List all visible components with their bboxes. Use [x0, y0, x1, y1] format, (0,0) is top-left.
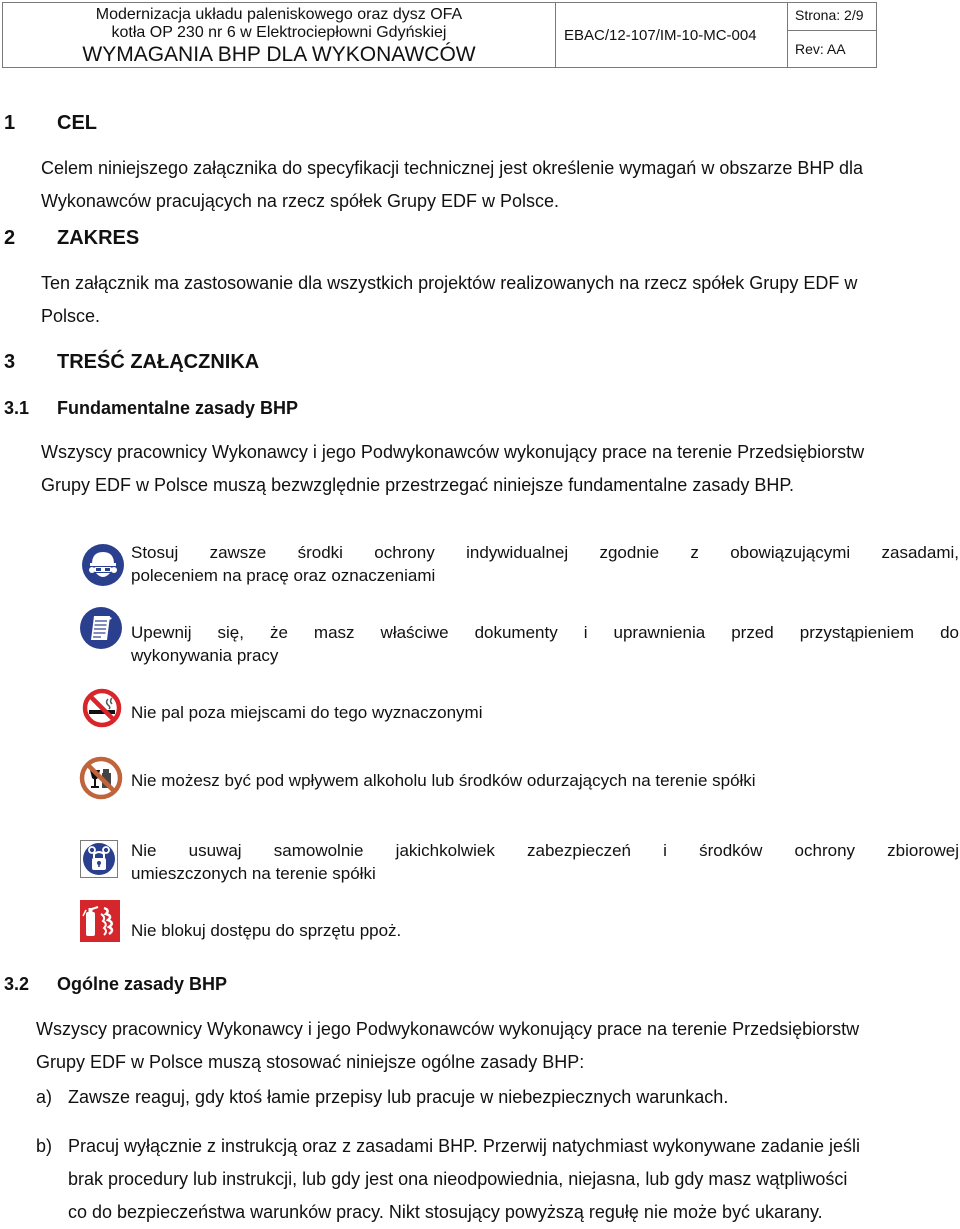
paragraph-line: Polsce. — [41, 306, 101, 326]
rule-documents-line2: wykonywania pracy — [131, 646, 279, 665]
rule-documents-line1: Upewnij się, że masz właściwe dokumenty … — [131, 623, 959, 642]
section-title: CEL — [57, 112, 97, 134]
list-item-line: brak procedury lub instrukcji, lub gdy j… — [68, 1169, 848, 1189]
header-title-cell: Modernizacja układu paleniskowego oraz d… — [3, 3, 556, 67]
section-number: 2 — [4, 227, 16, 249]
paragraph-line: Wszyscy pracownicy Wykonawcy i jego Podw… — [36, 1019, 860, 1039]
rule-padlock-line1: Nie usuwaj samowolnie jakichkolwiek zabe… — [131, 841, 959, 860]
paragraph-line: Ten załącznik ma zastosowanie dla wszyst… — [41, 273, 858, 293]
section-title: TREŚĆ ZAŁĄCZNIKA — [57, 351, 260, 373]
rule-no-smoking: Nie pal poza miejscami do tego wyznaczon… — [131, 703, 483, 722]
ppe-helmet-icon — [81, 543, 125, 592]
subsection-title: Ogólne zasady BHP — [57, 974, 228, 994]
header-title-line2: kotła OP 230 nr 6 w Elektrociepłowni Gdy… — [111, 24, 447, 41]
revision: Rev: AA — [795, 41, 846, 57]
ogolne-paragraph: Wszyscy pracownicy Wykonawcy i jego Podw… — [36, 1013, 859, 1079]
list-item-text: Pracuj wyłącznie z instrukcją oraz z zas… — [68, 1130, 860, 1229]
fire-extinguisher-icon — [80, 900, 120, 947]
document-number: EBAC/12-107/IM-10-MC-004 — [564, 27, 757, 44]
fundamentalne-paragraph: Wszyscy pracownicy Wykonawcy i jego Podw… — [41, 436, 864, 502]
list-marker: b) — [36, 1136, 53, 1156]
cel-paragraph: Celem niniejszego załącznika do specyfik… — [41, 152, 863, 218]
rule-fire-equipment: Nie blokuj dostępu do sprzętu ppoż. — [131, 921, 402, 940]
no-alcohol-icon — [79, 756, 123, 805]
page-row: Strona: 2/9 — [788, 3, 876, 31]
subsection-number: 3.1 — [4, 398, 30, 418]
document-icon — [79, 606, 123, 655]
paragraph-line: Grupy EDF w Polsce muszą stosować niniej… — [36, 1052, 585, 1072]
list-item-text: Zawsze reaguj, gdy ktoś łamie przepisy l… — [68, 1087, 729, 1107]
list-marker: a) — [36, 1087, 53, 1107]
page-number: Strona: 2/9 — [795, 7, 864, 23]
header-page-cell: Strona: 2/9 Rev: AA — [788, 3, 876, 67]
rule-ppe-line1: Stosuj zawsze środki ochrony indywidualn… — [131, 543, 959, 562]
paragraph-line: Wykonawców pracujących na rzecz spółek G… — [41, 191, 560, 211]
section-number: 3 — [4, 351, 16, 373]
list-item-line: Pracuj wyłącznie z instrukcją oraz z zas… — [68, 1136, 860, 1156]
section-title: ZAKRES — [57, 227, 140, 249]
document-header-table: Modernizacja układu paleniskowego oraz d… — [2, 2, 877, 68]
paragraph-line: Grupy EDF w Polsce muszą bezwzględnie pr… — [41, 475, 795, 495]
list-item-line: co do bezpieczeństwa warunków pracy. Nik… — [68, 1202, 823, 1222]
section-number: 1 — [4, 112, 16, 134]
no-smoking-icon — [82, 688, 122, 733]
zakres-paragraph: Ten załącznik ma zastosowanie dla wszyst… — [41, 267, 857, 333]
padlock-icon — [80, 840, 118, 883]
rule-padlock-line2: umieszczonych na terenie spółki — [131, 864, 376, 883]
subsection-title: Fundamentalne zasady BHP — [57, 398, 299, 418]
paragraph-line: Celem niniejszego załącznika do specyfik… — [41, 158, 864, 178]
header-title-line1: Modernizacja układu paleniskowego oraz d… — [95, 6, 463, 23]
header-docno-cell: EBAC/12-107/IM-10-MC-004 — [556, 3, 788, 67]
subsection-number: 3.2 — [4, 974, 30, 994]
rule-no-alcohol: Nie możesz być pod wpływem alkoholu lub … — [131, 771, 756, 790]
paragraph-line: Wszyscy pracownicy Wykonawcy i jego Podw… — [41, 442, 865, 462]
rule-ppe-line2: poleceniem na pracę oraz oznaczeniami — [131, 566, 436, 585]
header-title-line3: WYMAGANIA BHP DLA WYKONAWCÓW — [82, 43, 476, 66]
